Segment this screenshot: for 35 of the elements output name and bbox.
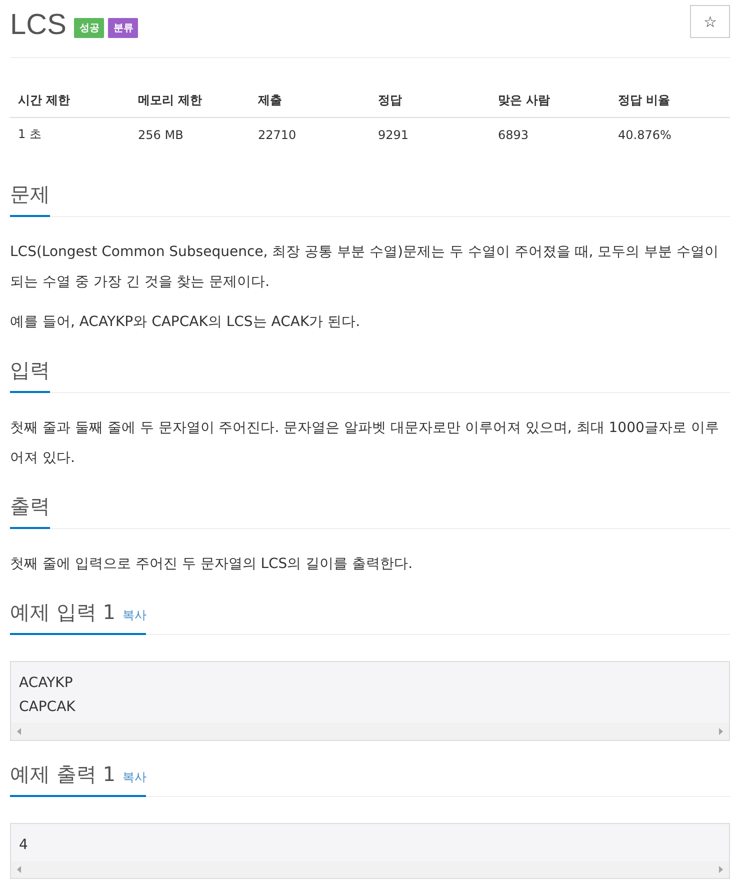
star-button[interactable]: ☆ xyxy=(690,5,730,38)
scroll-right-icon[interactable] xyxy=(719,728,723,735)
copy-link[interactable]: 복사 xyxy=(122,769,146,786)
table-cell: 1 초 xyxy=(10,118,130,151)
copy-link[interactable]: 복사 xyxy=(122,607,146,624)
scrollbar[interactable] xyxy=(11,861,729,878)
paragraph: 예를 들어, ACAYKP와 CAPCAK의 LCS는 ACAK가 된다. xyxy=(10,313,362,332)
section-heading: 출력 xyxy=(10,493,50,520)
status-label[interactable]: 분류 xyxy=(108,18,138,38)
table-cell: 256 MB xyxy=(130,118,250,151)
column-header: 시간 제한 xyxy=(10,84,130,118)
column-header: 제출 xyxy=(250,84,370,118)
column-header: 정답 비율 xyxy=(610,84,730,118)
section-heading: 예제 출력 1 xyxy=(10,761,116,788)
column-header: 정답 xyxy=(370,84,490,118)
column-header: 맞은 사람 xyxy=(490,84,610,118)
section-heading: 입력 xyxy=(10,357,50,384)
scroll-left-icon[interactable] xyxy=(17,866,21,873)
paragraph: 첫째 줄에 입력으로 주어진 두 문자열의 LCS의 길이를 출력한다. xyxy=(10,555,414,574)
section-heading: 문제 xyxy=(10,181,50,208)
scroll-right-icon[interactable] xyxy=(719,866,723,873)
section-heading: 예제 입력 1 xyxy=(10,599,116,626)
table-cell: 22710 xyxy=(250,118,370,151)
scroll-left-icon[interactable] xyxy=(17,728,21,735)
problem-title: LCS xyxy=(10,8,66,43)
table-cell: 40.876% xyxy=(610,118,730,151)
scrollbar[interactable] xyxy=(11,723,729,740)
paragraph: 첫째 줄과 둘째 줄에 두 문자열이 주어진다. 문자열은 알파벳 대문자로만 이루어져 있으며, 최대 1000글자로 이루어져 있다. xyxy=(10,419,720,468)
sample-text: 4 xyxy=(18,836,29,855)
table-cell: 9291 xyxy=(370,118,490,151)
paragraph: LCS(Longest Common Subsequence, 최장 공통 부분 수열)문제는 두 수열이 주어졌을 때, 모두의 부분 수열이 되는 수열 중 가장 긴 것을 찾는 문제이다. xyxy=(10,243,720,292)
column-header: 메모리 제한 xyxy=(130,84,250,118)
table-cell: 6893 xyxy=(490,118,610,151)
sample-text: ACAYKP CAPCAK xyxy=(18,674,76,717)
status-label[interactable]: 성공 xyxy=(74,18,104,38)
